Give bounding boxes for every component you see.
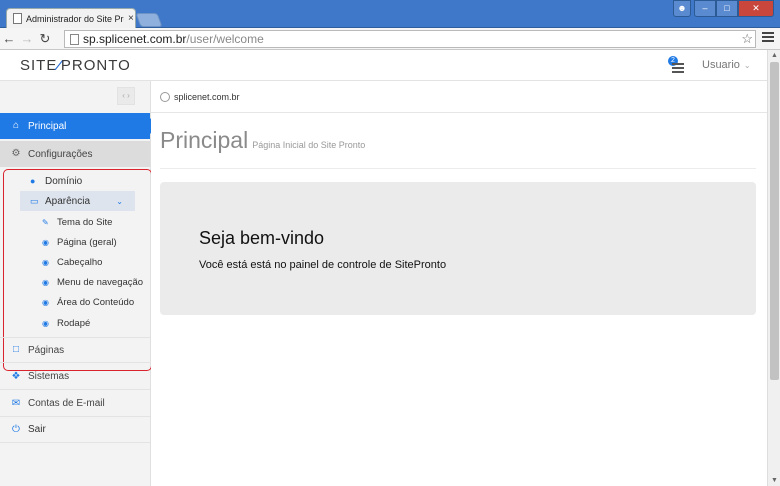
main-content: splicenet.com.br Principal Página Inicia… — [151, 81, 767, 486]
sidebar-item-label: Principal — [28, 120, 67, 132]
app-header: SITE⁄PRONTO 2 Usuario ⌄ — [0, 50, 767, 81]
user-label: Usuario — [702, 59, 740, 71]
power-icon: ⏻ — [12, 423, 20, 435]
welcome-heading: Seja bem-vindo — [199, 228, 325, 248]
sidebar-item-contas-email[interactable]: ✉ Contas de E-mail — [0, 391, 150, 417]
notifications-button[interactable]: 2 — [668, 56, 686, 75]
tab-close-icon[interactable]: × — [128, 13, 134, 24]
scrollbar-thumb[interactable] — [770, 62, 779, 380]
file-icon: □ — [12, 344, 20, 355]
breadcrumb-label[interactable]: splicenet.com.br — [174, 92, 240, 102]
sidebar-collapse-button[interactable]: ‹ › — [117, 87, 135, 105]
new-tab-button[interactable] — [135, 13, 163, 27]
forward-icon[interactable]: → — [18, 31, 36, 46]
sidebar-item-label: Sair — [28, 424, 46, 435]
sidebar-item-sair[interactable]: ⏻ Sair — [0, 417, 150, 443]
user-menu[interactable]: Usuario ⌄ — [702, 59, 751, 71]
logo-text-left: SITE — [20, 57, 58, 74]
sidebar-item-label: Páginas — [28, 344, 65, 356]
browser-toolbar: ← → ↻ sp.splicenet.com.br/user/welcome ☆ — [0, 28, 780, 50]
sidebar: ‹ › ⌂ Principal ⚙ Configurações ● Domíni… — [0, 81, 157, 486]
browser-menu-icon[interactable] — [762, 32, 774, 44]
envelope-icon: ✉ — [11, 397, 21, 409]
browser-title-bar: Administrador do Site Pronto × ☻ – □ ✕ — [0, 0, 780, 28]
address-bar[interactable]: sp.splicenet.com.br/user/welcome ☆ — [64, 30, 756, 48]
sidebar-item-principal[interactable]: ⌂ Principal — [0, 113, 157, 139]
window-controls: ☻ – □ ✕ — [673, 0, 774, 17]
list-icon — [672, 63, 684, 75]
welcome-text: Você está está no painel de controle de … — [199, 259, 447, 271]
bookmark-star-icon[interactable]: ☆ — [741, 31, 753, 47]
page-subtitle: Página Inicial do Site Pronto — [252, 140, 366, 150]
app-viewport: SITE⁄PRONTO 2 Usuario ⌄ ‹ › ⌂ Principal ⚙… — [0, 50, 767, 486]
maximize-icon[interactable]: □ — [716, 0, 738, 17]
site-logo[interactable]: SITE⁄PRONTO — [20, 57, 131, 74]
breadcrumb: splicenet.com.br — [151, 81, 767, 113]
sidebar-item-label: Sistemas — [28, 371, 70, 382]
browser-tab[interactable]: Administrador do Site Pronto × — [6, 8, 136, 28]
logo-text-right: PRONTO — [60, 57, 131, 74]
sidebar-item-paginas[interactable]: □ Páginas — [0, 337, 150, 363]
scroll-down-icon[interactable]: ▼ — [771, 477, 778, 484]
sidebar-item-label: Contas de E-mail — [28, 398, 105, 409]
page-title: Principal — [160, 127, 249, 153]
scroll-up-icon[interactable]: ▲ — [771, 52, 778, 59]
chevron-down-icon: ⌄ — [743, 61, 751, 70]
divider — [160, 168, 756, 169]
url-path: /user/welcome — [186, 32, 264, 46]
close-icon[interactable]: ✕ — [738, 0, 774, 17]
home-icon: ⌂ — [12, 120, 20, 131]
back-icon[interactable]: ← — [0, 31, 18, 46]
user-icon[interactable]: ☻ — [673, 0, 691, 17]
tab-title: Administrador do Site Pronto — [26, 13, 124, 24]
minimize-icon[interactable]: – — [694, 0, 716, 17]
sidebar-item-sistemas[interactable]: ❖ Sistemas — [0, 364, 150, 390]
vertical-scrollbar[interactable]: ▲ ▼ — [767, 50, 780, 486]
globe-icon — [160, 91, 170, 102]
page-heading: Principal Página Inicial do Site Pronto — [160, 127, 365, 154]
welcome-panel: Seja bem-vindo Você está está no painel … — [160, 182, 756, 315]
sidebar-item-configuracoes[interactable]: ⚙ Configurações — [0, 141, 150, 167]
sidebar-item-label: Configurações — [28, 148, 93, 160]
puzzle-icon: ❖ — [11, 370, 21, 382]
page-icon — [70, 33, 79, 45]
url-host: sp.splicenet.com.br — [83, 32, 187, 46]
reload-icon[interactable]: ↻ — [36, 31, 54, 47]
gear-icon: ⚙ — [11, 148, 21, 159]
page-icon — [13, 13, 22, 24]
